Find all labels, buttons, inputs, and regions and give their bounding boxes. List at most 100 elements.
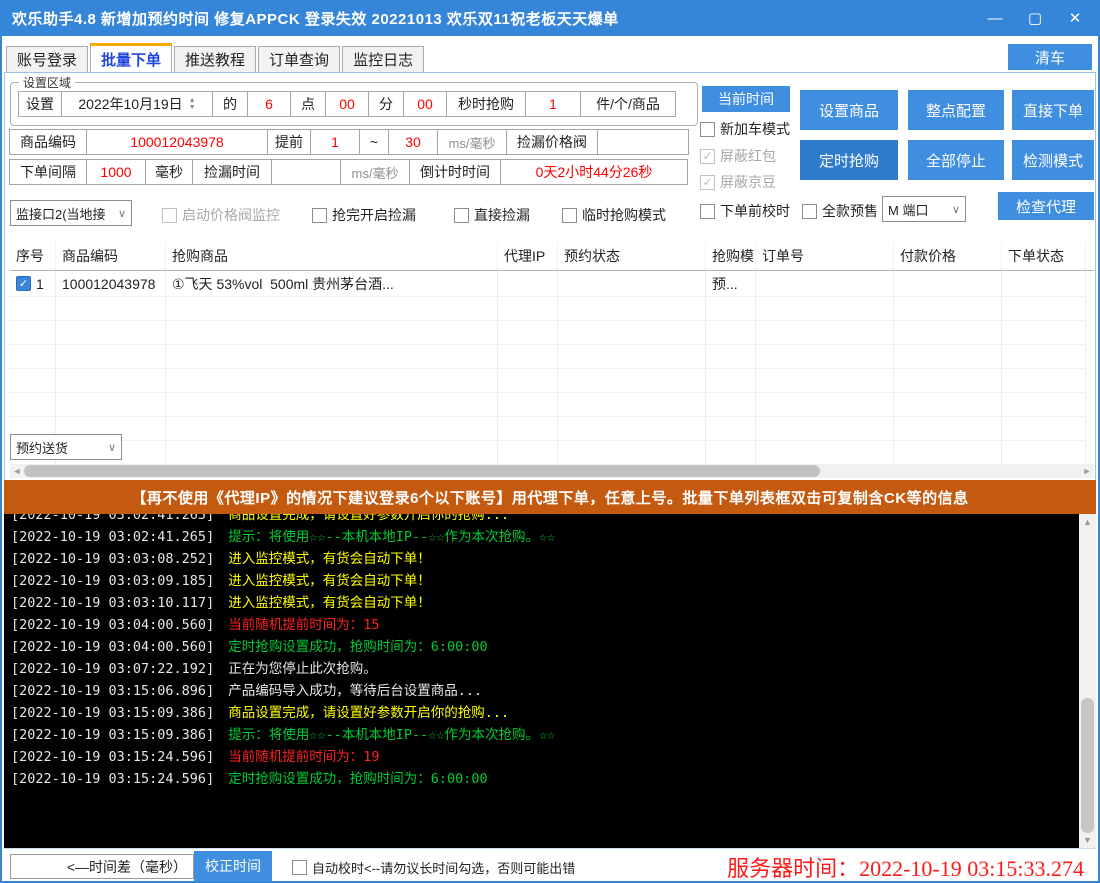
column-header-抢购商品: 抢购商品 — [166, 242, 498, 270]
scroll-up-icon[interactable]: ▲ — [1079, 514, 1096, 530]
table-empty-cell — [166, 297, 498, 321]
advance-from-input[interactable]: 1 — [310, 129, 360, 155]
direct-order-button[interactable]: 直接下单 — [1012, 90, 1094, 130]
column-header-付款价格: 付款价格 — [894, 242, 1002, 270]
minute-input[interactable]: 00 — [325, 91, 369, 117]
row-checkbox[interactable]: ✓ — [16, 276, 31, 291]
scroll-down-icon[interactable]: ▼ — [1079, 832, 1096, 848]
chevron-down-icon: ∨ — [952, 203, 960, 216]
countdown-value: 0天2小时44分26秒 — [500, 159, 688, 185]
direct-leak-checkbox[interactable]: ✓直接捡漏 — [454, 205, 530, 225]
table-row[interactable]: ✓1100012043978①飞天 53%vol 500ml 贵州茅台酒...预… — [10, 271, 1094, 297]
maximize-icon[interactable]: ▢ — [1018, 3, 1052, 33]
table-empty-cell — [558, 441, 706, 465]
leak-time-input[interactable] — [271, 159, 341, 185]
log-entry: [2022-10-19 03:15:06.896]产品编码导入成功，等待后台设置… — [11, 680, 1096, 702]
table-empty-cell — [498, 297, 558, 321]
tab-批量下单[interactable]: 批量下单 — [90, 43, 172, 72]
product-code-input[interactable]: 100012043978 — [86, 129, 268, 155]
advance-to-input[interactable]: 30 — [388, 129, 438, 155]
set-product-button[interactable]: 设置商品 — [800, 90, 898, 130]
date-input[interactable]: 2022年10月19日 ▲▼ — [61, 91, 213, 117]
table-empty-cell — [1002, 345, 1086, 369]
date-spinner[interactable]: ▲▼ — [189, 97, 196, 111]
new-cart-mode-checkbox[interactable]: ✓新加车模式 — [700, 119, 790, 139]
chevron-down-icon: ∨ — [108, 441, 116, 454]
tab-账号登录[interactable]: 账号登录 — [6, 46, 88, 72]
horizontal-scrollbar-thumb[interactable] — [24, 465, 820, 477]
quantity-unit-label: 件/个/商品 — [580, 91, 676, 117]
ship-mode-select[interactable]: 预约送货 ∨ — [10, 434, 122, 460]
current-time-button[interactable]: 当前时间 — [702, 86, 790, 112]
minute-label: 分 — [368, 91, 404, 117]
check-proxy-button[interactable]: 检查代理 — [998, 192, 1094, 220]
server-time: 服务器时间：2022-10-19 03:15:33.274 — [727, 851, 1084, 883]
tab-订单查询[interactable]: 订单查询 — [258, 46, 340, 72]
log-console[interactable]: [2022-10-19 03:02:41.265]商品设置完成，请设置好参数开启… — [4, 514, 1096, 848]
table-empty-cell — [1002, 417, 1086, 441]
window-controls: — ▢ ✕ — [978, 0, 1092, 36]
m-port-select[interactable]: M 端口 ∨ — [882, 196, 966, 222]
clear-cart-button[interactable]: 清车 — [1008, 44, 1092, 70]
advance-label: 提前 — [267, 129, 311, 155]
hour-label: 点 — [290, 91, 326, 117]
temp-mode-checkbox[interactable]: ✓临时抢购模式 — [562, 205, 666, 225]
calibrate-time-button[interactable]: 校正时间 — [194, 851, 272, 881]
table-empty-cell — [498, 441, 558, 465]
table-empty-row — [10, 393, 1094, 417]
auto-calibrate-checkbox[interactable]: ✓自动校时<--请勿议长时间勾选，否则可能出错 — [292, 858, 575, 877]
close-icon[interactable]: ✕ — [1058, 3, 1092, 33]
monitor-port-select[interactable]: 监接口2(当地接 ∨ — [10, 200, 132, 226]
hour-input[interactable]: 6 — [247, 91, 291, 117]
log-entry: [2022-10-19 03:02:41.265]提示：将使用☆☆--本机本地I… — [11, 526, 1096, 548]
table-empty-cell — [498, 369, 558, 393]
log-entry: [2022-10-19 03:03:10.117]进入监控模式，有货会自动下单！ — [11, 592, 1096, 614]
horizontal-scrollbar[interactable]: ◄ ► — [10, 464, 1094, 478]
table-empty-cell — [706, 297, 756, 321]
table-empty-cell — [166, 441, 498, 465]
table-empty-cell — [166, 417, 498, 441]
server-time-value: 2022-10-19 03:15:33.274 — [859, 856, 1084, 881]
tab-推送教程[interactable]: 推送教程 — [174, 46, 256, 72]
order-interval-input[interactable]: 1000 — [86, 159, 146, 185]
tab-监控日志[interactable]: 监控日志 — [342, 46, 424, 72]
precheck-time-checkbox[interactable]: ✓下单前校时 — [700, 201, 790, 221]
table-empty-row — [10, 345, 1094, 369]
minimize-icon[interactable]: — — [978, 3, 1012, 33]
time-diff-field[interactable]: <—时间差（毫秒） — [10, 854, 194, 879]
second-input[interactable]: 00 — [403, 91, 447, 117]
table-empty-row — [10, 441, 1094, 465]
table-empty-cell — [558, 297, 706, 321]
stop-all-button[interactable]: 全部停止 — [908, 140, 1004, 180]
table-empty-cell — [756, 417, 894, 441]
table-cell[interactable]: ✓1 — [10, 271, 56, 297]
table-empty-cell — [894, 345, 1002, 369]
scroll-right-icon[interactable]: ► — [1080, 464, 1094, 478]
table-empty-cell — [10, 345, 56, 369]
m-port-value: M 端口 — [888, 200, 928, 219]
full-presale-checkbox[interactable]: ✓全款预售 — [802, 201, 878, 221]
table-empty-cell — [1002, 393, 1086, 417]
table-empty-cell — [166, 393, 498, 417]
table-empty-cell — [756, 321, 894, 345]
quantity-input[interactable]: 1 — [525, 91, 581, 117]
log-entry: [2022-10-19 03:04:00.560]定时抢购设置成功，抢购时间为：… — [11, 636, 1096, 658]
detect-mode-button[interactable]: 检测模式 — [1012, 140, 1094, 180]
table-empty-cell — [894, 369, 1002, 393]
timed-buy-button[interactable]: 定时抢购 — [800, 140, 898, 180]
vertical-scrollbar-thumb[interactable] — [1081, 698, 1094, 833]
hourly-config-button[interactable]: 整点配置 — [908, 90, 1004, 130]
column-header-序号: 序号 — [10, 242, 56, 270]
vertical-scrollbar[interactable]: ▲ ▼ — [1079, 514, 1096, 848]
table-empty-cell — [558, 345, 706, 369]
after-leak-checkbox[interactable]: ✓抢完开启捡漏 — [312, 205, 416, 225]
second-label: 秒时抢购 — [446, 91, 526, 117]
ms-unit-label2: 毫秒 — [145, 159, 193, 185]
price-gate-input[interactable] — [597, 129, 689, 155]
table-empty-cell — [56, 369, 166, 393]
table-empty-row — [10, 417, 1094, 441]
table-cell — [756, 271, 894, 297]
table-empty-cell — [498, 345, 558, 369]
scroll-left-icon[interactable]: ◄ — [10, 464, 24, 478]
table-empty-cell — [894, 297, 1002, 321]
